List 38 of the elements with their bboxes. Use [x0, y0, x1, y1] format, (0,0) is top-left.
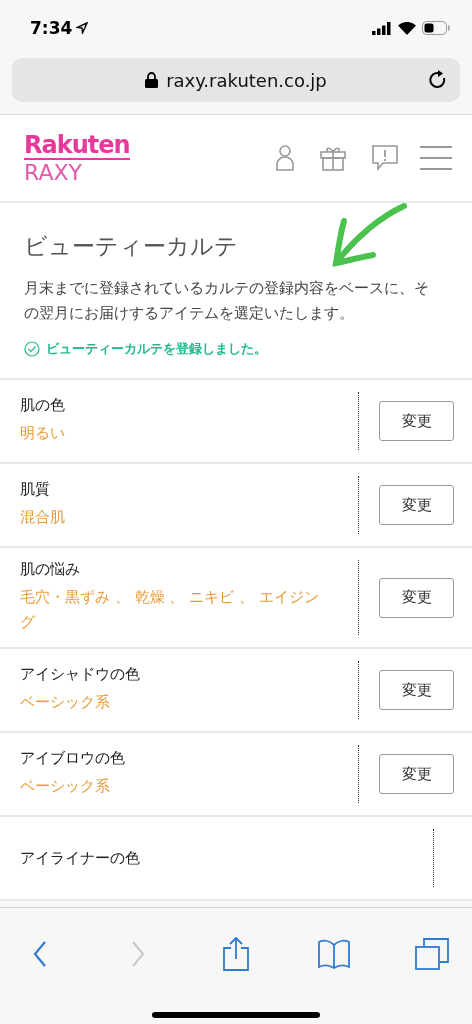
field-value: 毛穴・黒ずみ 、 乾燥 、 ニキビ 、 エイジング: [20, 587, 320, 633]
field-label: 肌質: [20, 480, 51, 499]
change-button[interactable]: 変更: [379, 401, 454, 441]
field-label: アイライナーの色: [20, 848, 141, 868]
field-value: ベーシック系: [20, 692, 111, 713]
address-bar[interactable]: raxy.rakuten.co.jp: [12, 58, 460, 102]
share-icon[interactable]: [223, 937, 249, 971]
tabs-icon[interactable]: [415, 938, 449, 970]
field-value: ベーシック系: [20, 776, 111, 797]
field-label: アイシャドウの色: [20, 665, 141, 684]
description-text: 月末までに登録されているカルテの登録内容をベースに、その翌月にお届けするアイテムを選定いたします。: [24, 278, 430, 324]
field-label: 肌の色: [20, 396, 66, 415]
battery-icon: [422, 21, 450, 35]
success-message: ビューティーカルテを登録しました。: [46, 340, 267, 358]
gift-icon[interactable]: [320, 145, 346, 171]
back-icon[interactable]: [33, 941, 47, 967]
change-button[interactable]: 変更: [379, 485, 454, 525]
wifi-icon: [398, 21, 416, 35]
field-value: 混合肌: [20, 507, 66, 528]
menu-icon[interactable]: [420, 146, 452, 170]
change-button[interactable]: 変更: [379, 754, 454, 794]
page-title: ビューティーカルテ: [24, 232, 239, 261]
site-logo[interactable]: Rakuten RAXY: [24, 132, 130, 184]
message-icon[interactable]: [372, 145, 398, 171]
field-value: 明るい: [20, 423, 66, 444]
url-text: raxy.rakuten.co.jp: [166, 69, 327, 91]
book-icon[interactable]: [318, 939, 350, 969]
lock-icon: [145, 72, 159, 88]
location-icon: [76, 22, 89, 34]
person-icon[interactable]: [276, 145, 294, 171]
status-time: 7:34: [30, 18, 73, 38]
field-label: 肌の悩み: [20, 560, 81, 579]
change-button[interactable]: 変更: [379, 577, 454, 618]
field-label: アイブロウの色: [20, 749, 126, 768]
change-button[interactable]: 変更: [379, 670, 454, 710]
check-circle-icon: [24, 341, 40, 357]
signal-icon: [372, 21, 392, 35]
reload-icon[interactable]: [428, 70, 448, 90]
